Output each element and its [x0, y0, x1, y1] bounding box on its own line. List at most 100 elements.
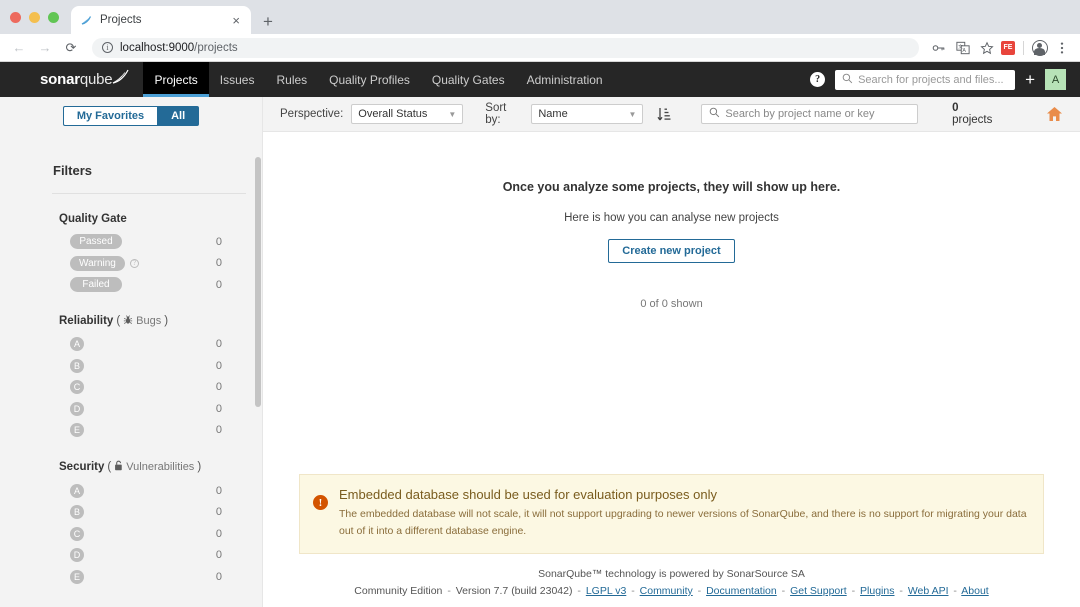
footer-separator: -: [631, 585, 635, 597]
key-icon[interactable]: [929, 38, 949, 58]
facet-subtitle: Vulnerabilities: [126, 461, 194, 473]
footer-link-lgpl[interactable]: LGPL v3: [586, 585, 626, 597]
site-info-icon[interactable]: i: [102, 42, 113, 53]
facet-count-a: 0: [216, 485, 246, 497]
facet-row-rating-b[interactable]: B 0: [59, 355, 246, 377]
address-bar-url: localhost:9000/projects: [120, 42, 238, 54]
empty-state-title: Once you analyze some projects, they wil…: [263, 180, 1080, 194]
nav-item-quality-profiles[interactable]: Quality Profiles: [318, 62, 421, 97]
footer-link-get-support[interactable]: Get Support: [790, 585, 847, 597]
facet-row-warning[interactable]: Warning ? 0: [59, 253, 246, 275]
browser-tab-projects[interactable]: Projects ×: [71, 6, 251, 34]
footer-link-community[interactable]: Community: [640, 585, 693, 597]
warning-icon: !: [313, 495, 328, 510]
facet-count-b: 0: [216, 360, 246, 372]
facet-row-rating-c[interactable]: C 0: [59, 377, 246, 399]
kebab-menu-icon[interactable]: [1052, 38, 1072, 58]
toggle-all[interactable]: All: [157, 106, 199, 126]
page-footer: SonarQube™ technology is powered by Sona…: [263, 554, 1080, 607]
url-host: localhost:9000: [120, 42, 194, 54]
quality-gate-badge-warning: Warning: [70, 256, 125, 271]
back-button[interactable]: ←: [8, 37, 30, 59]
logo-bold: sonar: [40, 71, 80, 88]
facet-count-e: 0: [216, 571, 246, 583]
global-search-input[interactable]: [858, 74, 1008, 86]
translate-icon[interactable]: A文: [953, 38, 973, 58]
help-icon[interactable]: ?: [810, 72, 825, 87]
navbar-right-group: ? + A: [810, 62, 1066, 97]
minimize-window-button[interactable]: [29, 12, 40, 23]
sonarqube-logo[interactable]: sonarqube: [40, 62, 131, 97]
browser-toolbar: ← → ⟳ i localhost:9000/projects A文 FE: [0, 34, 1080, 62]
perspective-select[interactable]: Overall Status ▼: [351, 104, 463, 124]
chevron-down-icon: ▼: [448, 110, 456, 119]
favorites-toggle-group: My Favorites All: [16, 97, 246, 130]
banner-text-group: Embedded database should be used for eva…: [339, 487, 1027, 539]
forward-button[interactable]: →: [34, 37, 56, 59]
rating-badge-b: B: [70, 505, 84, 519]
empty-state: Once you analyze some projects, they wil…: [263, 132, 1080, 310]
sidebar-scrollbar[interactable]: [255, 157, 261, 407]
paren-close: ): [164, 315, 168, 327]
nav-item-issues[interactable]: Issues: [209, 62, 266, 97]
facet-quality-gate-title: Quality Gate: [59, 213, 246, 225]
project-search-box[interactable]: [701, 104, 918, 124]
facet-count-failed: 0: [216, 279, 246, 291]
facet-row-rating-a[interactable]: A 0: [59, 334, 246, 356]
facet-subtitle: Bugs: [136, 315, 161, 327]
nav-item-projects[interactable]: Projects: [143, 62, 208, 97]
footer-link-plugins[interactable]: Plugins: [860, 585, 894, 597]
sort-by-select[interactable]: Name ▼: [531, 104, 643, 124]
sonarqube-favicon-icon: [79, 13, 93, 27]
rating-badge-c: C: [70, 527, 84, 541]
user-avatar[interactable]: A: [1045, 69, 1066, 90]
reload-button[interactable]: ⟳: [60, 37, 82, 59]
page-container: My Favorites All Filters Quality Gate Pa…: [0, 97, 1080, 607]
facet-count-passed: 0: [216, 236, 246, 248]
add-new-icon[interactable]: +: [1025, 71, 1035, 88]
home-icon[interactable]: [1046, 106, 1063, 122]
extension-icon[interactable]: FE: [1001, 41, 1015, 55]
footer-link-about[interactable]: About: [961, 585, 988, 597]
facet-row-rating-b[interactable]: B 0: [59, 502, 246, 524]
perspective-label: Perspective:: [280, 108, 343, 120]
facet-security: Security ( Vulnerabilities ) A 0 B 0: [59, 460, 246, 588]
sonarqube-navbar: sonarqube Projects Issues Rules Quality …: [0, 62, 1080, 97]
nav-item-quality-gates[interactable]: Quality Gates: [421, 62, 516, 97]
facet-row-rating-a[interactable]: A 0: [59, 480, 246, 502]
facet-row-rating-c[interactable]: C 0: [59, 523, 246, 545]
window-traffic-lights: [10, 12, 71, 34]
facet-row-rating-d[interactable]: D 0: [59, 398, 246, 420]
project-search-input[interactable]: [725, 108, 910, 120]
global-search-box[interactable]: [835, 70, 1015, 90]
close-window-button[interactable]: [10, 12, 21, 23]
facet-row-rating-d[interactable]: D 0: [59, 545, 246, 567]
facet-count-d: 0: [216, 549, 246, 561]
facet-row-rating-e[interactable]: E 0: [59, 420, 246, 442]
logo-swoosh-icon: [111, 68, 131, 86]
footer-link-web-api[interactable]: Web API: [908, 585, 949, 597]
new-tab-button[interactable]: +: [263, 13, 273, 34]
chrome-profile-avatar[interactable]: [1032, 40, 1048, 56]
facet-reliability-rows: A 0 B 0 C 0 D 0: [59, 334, 246, 442]
search-icon: [709, 105, 720, 123]
close-tab-icon[interactable]: ×: [229, 12, 243, 29]
quality-gate-badge-failed: Failed: [70, 277, 122, 292]
bookmark-star-icon[interactable]: [977, 38, 997, 58]
facet-row-rating-e[interactable]: E 0: [59, 566, 246, 588]
facet-row-failed[interactable]: Failed 0: [59, 274, 246, 296]
project-count-label: projects: [952, 114, 992, 126]
svg-text:文: 文: [958, 43, 963, 50]
warning-help-icon[interactable]: ?: [130, 259, 139, 268]
sort-ascending-icon[interactable]: [657, 107, 671, 122]
facet-row-passed[interactable]: Passed 0: [59, 231, 246, 253]
maximize-window-button[interactable]: [48, 12, 59, 23]
url-path: /projects: [194, 42, 237, 54]
paren-open: (: [107, 461, 111, 473]
nav-item-rules[interactable]: Rules: [265, 62, 318, 97]
nav-item-administration[interactable]: Administration: [516, 62, 614, 97]
address-bar[interactable]: i localhost:9000/projects: [92, 38, 919, 58]
footer-link-documentation[interactable]: Documentation: [706, 585, 777, 597]
create-new-project-button[interactable]: Create new project: [608, 239, 734, 263]
toggle-my-favorites[interactable]: My Favorites: [63, 106, 157, 126]
